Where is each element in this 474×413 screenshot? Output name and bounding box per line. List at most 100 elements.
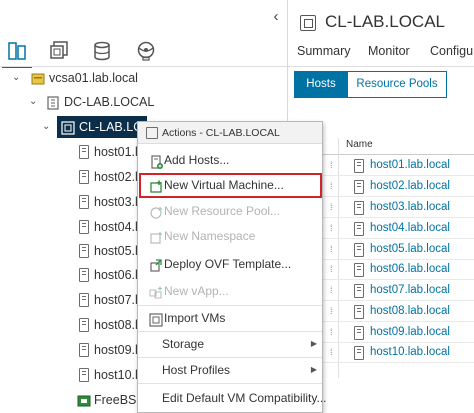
host-icon <box>79 368 89 382</box>
host-icon <box>79 244 89 258</box>
row-drag-handle[interactable]: ⁞ <box>330 155 333 176</box>
submenu-arrow-icon: ▶ <box>310 365 317 374</box>
host-link[interactable]: host02.lab.local <box>370 176 450 197</box>
menu-item-new-namespace[interactable]: New Namespace <box>138 224 322 248</box>
cluster-icon <box>61 120 75 135</box>
menu-item-edit-default-vm-compatibility[interactable]: Edit Default VM Compatibility... <box>138 386 327 410</box>
column-header-name[interactable]: Name <box>346 135 373 155</box>
actions-context-menu: Actions - CL-LAB.LOCAL Add Hosts... New … <box>137 121 327 413</box>
tree-item-datacenter[interactable]: ⌄ DC-LAB.LOCAL <box>0 91 287 113</box>
menu-item-new-resource-pool[interactable]: New Resource Pool... <box>138 199 322 223</box>
menu-separator <box>138 383 322 384</box>
menu-item-label: Deploy OVF Template... <box>164 257 292 271</box>
row-drag-handle[interactable]: ⁞ <box>330 197 333 218</box>
context-menu-title: Actions - CL-LAB.LOCAL <box>162 127 280 139</box>
menu-item-label: Host Profiles <box>162 363 231 377</box>
datacenter-icon <box>46 95 60 110</box>
host-icon <box>354 159 364 173</box>
menu-item-add-hosts[interactable]: Add Hosts... <box>138 148 322 172</box>
storage-icon[interactable] <box>91 40 113 62</box>
row-drag-handle[interactable]: ⁞ <box>330 280 333 301</box>
expand-caret-icon[interactable]: ⌄ <box>29 91 37 113</box>
host-link[interactable]: host09.lab.local <box>370 322 450 343</box>
menu-item-label: New Resource Pool... <box>164 204 281 218</box>
host-icon <box>354 305 364 319</box>
expand-caret-icon[interactable]: ⌄ <box>42 116 50 138</box>
host-icon <box>79 195 89 209</box>
menu-item-label: New Virtual Machine... <box>164 178 284 192</box>
menu-item-new-virtual-machine[interactable]: New Virtual Machine... <box>138 173 322 197</box>
host-icon <box>79 343 89 357</box>
expand-caret-icon[interactable]: ⌄ <box>12 67 20 89</box>
host-link[interactable]: host06.lab.local <box>370 259 450 280</box>
networking-icon[interactable] <box>135 40 157 62</box>
menu-item-storage[interactable]: Storage ▶ <box>138 332 322 356</box>
menu-item-label: Storage <box>162 337 205 351</box>
vm-icon <box>77 393 91 407</box>
new-vm-icon <box>149 178 163 193</box>
host-icon <box>79 170 89 184</box>
host-icon <box>354 284 364 298</box>
menu-item-import-vms[interactable]: Import VMs <box>138 306 322 330</box>
tree-label: DC-LAB.LOCAL <box>64 95 155 109</box>
host-icon <box>354 263 364 277</box>
new-resource-pool-icon <box>149 204 163 219</box>
tree-item-vcenter[interactable]: ⌄ vcsa01.lab.local <box>0 67 287 89</box>
tab-summary[interactable]: Summary <box>297 44 350 58</box>
menu-item-new-vapp[interactable]: New vApp... <box>138 279 322 303</box>
host-link[interactable]: host05.lab.local <box>370 239 450 260</box>
host-icon <box>79 268 89 282</box>
host-link[interactable]: host08.lab.local <box>370 301 450 322</box>
vcenter-icon <box>31 71 45 85</box>
deploy-ovf-icon <box>149 257 163 272</box>
vms-templates-icon[interactable] <box>48 40 70 62</box>
menu-item-label: Edit Default VM Compatibility... <box>162 391 327 405</box>
host-link[interactable]: host10.lab.local <box>370 342 450 363</box>
tab-monitor[interactable]: Monitor <box>368 44 410 58</box>
menu-item-host-profiles[interactable]: Host Profiles ▶ <box>138 358 322 382</box>
row-drag-handle[interactable]: ⁞ <box>330 322 333 343</box>
cluster-icon <box>146 127 158 139</box>
context-menu-header: Actions - CL-LAB.LOCAL <box>138 122 322 144</box>
host-link[interactable]: host01.lab.local <box>370 155 450 176</box>
import-vms-icon <box>149 311 163 327</box>
row-drag-handle[interactable]: ⁞ <box>330 259 333 280</box>
segment-resource-pools[interactable]: Resource Pools <box>347 71 447 98</box>
host-icon <box>354 326 364 340</box>
new-namespace-icon <box>149 229 163 244</box>
menu-item-label: Add Hosts... <box>164 153 230 167</box>
navigator-icon-bar <box>0 36 287 68</box>
host-icon <box>79 318 89 332</box>
menu-item-deploy-ovf-template[interactable]: Deploy OVF Template... <box>138 252 322 276</box>
row-drag-handle[interactable]: ⁞ <box>330 176 333 197</box>
host-icon <box>79 220 89 234</box>
row-drag-handle[interactable]: ⁞ <box>330 239 333 260</box>
tab-configure[interactable]: Configure <box>430 44 474 58</box>
host-link[interactable]: host03.lab.local <box>370 197 450 218</box>
host-icon <box>79 293 89 307</box>
host-icon <box>354 180 364 194</box>
collapse-navigator-button[interactable]: ‹ <box>269 8 283 25</box>
submenu-arrow-icon: ▶ <box>310 339 317 348</box>
segment-hosts[interactable]: Hosts <box>294 71 348 98</box>
object-title: CL-LAB.LOCAL <box>325 12 445 31</box>
host-link[interactable]: host07.lab.local <box>370 280 450 301</box>
menu-item-label: New vApp... <box>164 284 229 298</box>
host-icon <box>354 243 364 257</box>
add-host-icon <box>149 153 163 169</box>
row-drag-handle[interactable]: ⁞ <box>330 301 333 322</box>
host-icon <box>354 222 364 236</box>
host-icon <box>79 145 89 159</box>
host-icon <box>354 201 364 215</box>
tabs-divider <box>288 66 474 67</box>
cluster-icon <box>300 15 316 31</box>
row-drag-handle[interactable]: ⁞ <box>330 342 333 363</box>
tree-label: vcsa01.lab.local <box>49 71 138 85</box>
menu-item-label: Import VMs <box>164 311 226 325</box>
menu-item-label: New Namespace <box>164 229 256 243</box>
host-link[interactable]: host04.lab.local <box>370 218 450 239</box>
row-drag-handle[interactable]: ⁞ <box>330 218 333 239</box>
hosts-clusters-icon[interactable] <box>2 40 32 68</box>
new-vapp-icon <box>149 284 163 299</box>
host-icon <box>354 346 364 360</box>
